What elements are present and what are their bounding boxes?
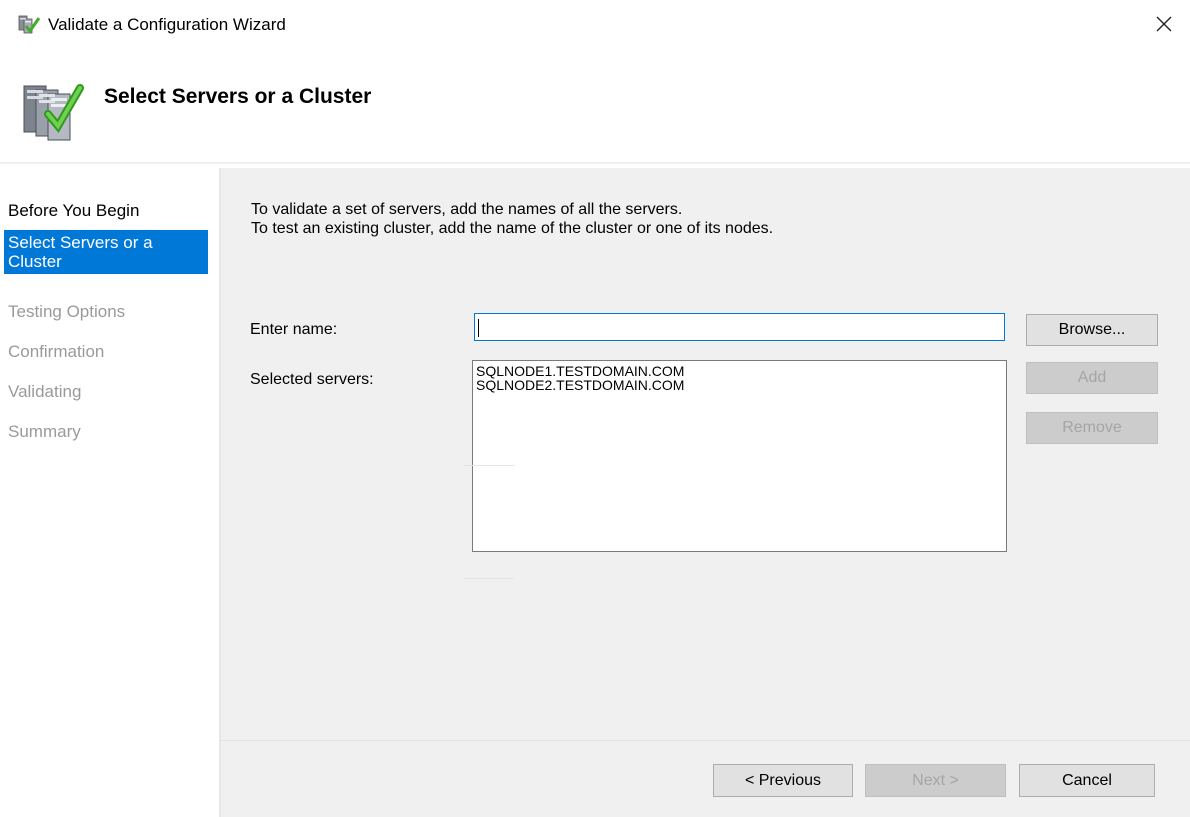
nav-step-before-you-begin[interactable]: Before You Begin <box>8 201 215 220</box>
text-caret <box>478 319 479 337</box>
nav-step-summary: Summary <box>8 422 81 441</box>
page-title: Select Servers or a Cluster <box>104 85 372 108</box>
wizard-footer: < Previous Next > Cancel <box>221 740 1190 817</box>
list-item[interactable]: SQLNODE2.TESTDOMAIN.COM <box>473 378 1006 392</box>
close-button[interactable] <box>1150 12 1178 40</box>
divider <box>464 578 514 579</box>
wizard-steps-nav: Before You Begin Select Servers or a Clu… <box>0 168 219 817</box>
add-button[interactable]: Add <box>1026 362 1158 394</box>
enter-name-label: Enter name: <box>250 321 338 338</box>
cancel-button[interactable]: Cancel <box>1019 764 1155 797</box>
nav-step-testing-options: Testing Options <box>8 302 126 321</box>
close-icon <box>1156 16 1172 37</box>
instruction-line-1: To validate a set of servers, add the na… <box>251 201 683 218</box>
selected-servers-label: Selected servers: <box>250 371 374 388</box>
nav-step-select-servers[interactable]: Select Servers or a Cluster <box>4 230 208 274</box>
nav-step-confirmation: Confirmation <box>8 342 105 361</box>
divider <box>464 465 514 466</box>
previous-button[interactable]: < Previous <box>713 764 853 797</box>
list-item[interactable]: SQLNODE1.TESTDOMAIN.COM <box>473 364 1006 378</box>
window-title: Validate a Configuration Wizard <box>48 15 286 34</box>
server-name-input[interactable] <box>474 313 1005 341</box>
cluster-wizard-icon <box>18 14 41 36</box>
instruction-line-2: To test an existing cluster, add the nam… <box>251 220 774 237</box>
wizard-content: To validate a set of servers, add the na… <box>221 168 1190 740</box>
title-bar: Validate a Configuration Wizard <box>0 0 1190 56</box>
nav-step-validating: Validating <box>8 382 82 401</box>
instructions: To validate a set of servers, add the na… <box>251 200 773 238</box>
wizard-header: Select Servers or a Cluster <box>0 56 1190 162</box>
next-button[interactable]: Next > <box>865 764 1006 797</box>
browse-button[interactable]: Browse... <box>1026 314 1158 346</box>
server-checkmark-icon <box>20 78 84 142</box>
header-divider <box>0 162 1190 164</box>
selected-servers-list[interactable]: SQLNODE1.TESTDOMAIN.COM SQLNODE2.TESTDOM… <box>472 360 1007 552</box>
remove-button[interactable]: Remove <box>1026 412 1158 444</box>
